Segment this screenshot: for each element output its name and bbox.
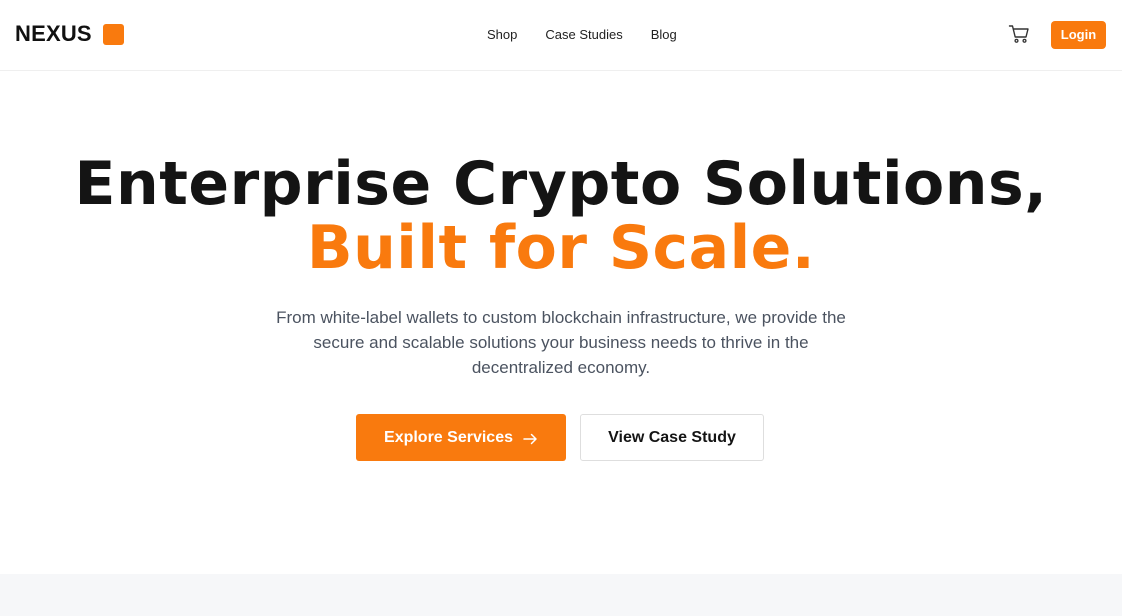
site-header: NEXUS Shop Case Studies Blog Login <box>0 0 1122 71</box>
nav-item-blog[interactable]: Blog <box>651 27 677 43</box>
hero-subtitle: From white-label wallets to custom block… <box>276 308 846 377</box>
next-section-band <box>0 574 1122 616</box>
nav-item-shop[interactable]: Shop <box>487 27 517 43</box>
brand-logo[interactable]: NEXUS <box>15 21 124 47</box>
brand-square-icon <box>102 23 124 45</box>
arrow-right-icon <box>523 432 538 444</box>
login-button[interactable]: Login <box>1051 21 1106 49</box>
nav-item-case-studies[interactable]: Case Studies <box>545 27 622 43</box>
explore-services-button[interactable]: Explore Services <box>356 414 566 461</box>
hero-title: Enterprise Crypto Solutions, Built for S… <box>0 152 1122 280</box>
hero-title-line-2: Built for Scale. <box>306 213 816 283</box>
main-nav: Shop Case Studies Blog <box>487 27 677 43</box>
view-case-study-button[interactable]: View Case Study <box>580 414 764 461</box>
brand-name: NEXUS <box>15 21 92 46</box>
shopping-cart-icon[interactable] <box>1008 24 1030 44</box>
explore-services-label: Explore Services <box>384 428 513 446</box>
hero-title-line-1: Enterprise Crypto Solutions, <box>74 149 1048 219</box>
page: NEXUS Shop Case Studies Blog Login Enter… <box>0 0 1122 616</box>
